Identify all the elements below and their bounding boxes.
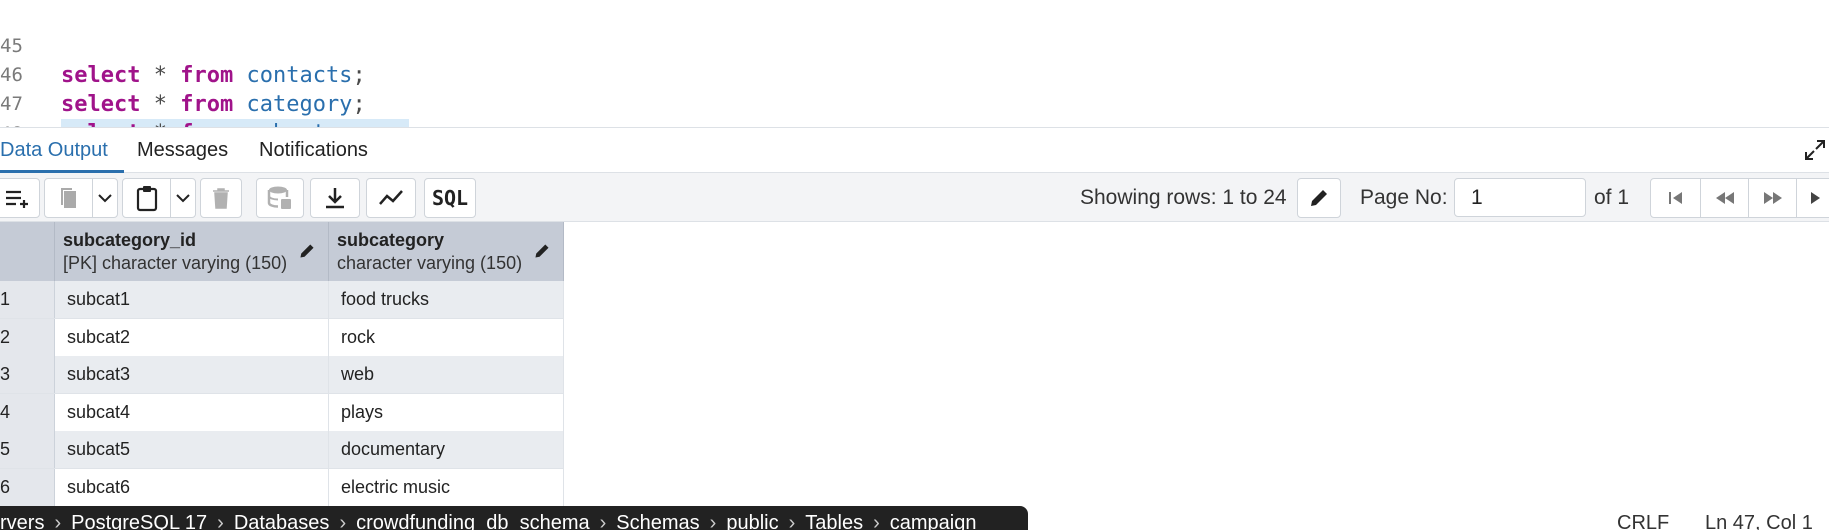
column-header-subcategory[interactable]: subcategory character varying (150)	[329, 222, 564, 281]
chevron-right-icon: ›	[217, 512, 224, 530]
download-icon	[326, 188, 344, 209]
row-number[interactable]: 2	[0, 319, 55, 356]
breadcrumb-item[interactable]: public	[726, 512, 778, 530]
results-tab-bar: Data Output Messages Notifications	[0, 127, 1829, 173]
table-cell[interactable]: plays	[329, 394, 564, 431]
download-button[interactable]	[310, 178, 360, 218]
chevron-right-icon: ›	[709, 512, 717, 530]
breadcrumb-item[interactable]: crowdfunding_db_schema	[356, 512, 590, 530]
save-data-button[interactable]	[256, 178, 304, 218]
edit-rows-button[interactable]	[1297, 178, 1341, 218]
sql-button[interactable]: SQL	[424, 178, 476, 218]
line-chart-icon	[379, 190, 403, 205]
page-number-input[interactable]	[1454, 178, 1586, 217]
tab-data-output[interactable]: Data Output	[0, 128, 124, 173]
table-cell[interactable]: electric music	[329, 469, 564, 506]
table-row[interactable]: 6 subcat6 electric music	[0, 469, 564, 507]
row-number[interactable]: 3	[0, 356, 55, 393]
column-header-subcategory-id[interactable]: subcategory_id [PK] character varying (1…	[55, 222, 329, 281]
copy-icon	[61, 188, 76, 208]
tab-notifications[interactable]: Notifications	[259, 128, 368, 173]
database-save-icon	[267, 186, 291, 209]
code-line: 45 select * from contacts;	[0, 3, 1829, 88]
rows-count: Showing rows: 1 to 24	[1080, 186, 1287, 209]
row-number[interactable]: 4	[0, 394, 55, 431]
row-number[interactable]: 1	[0, 281, 55, 318]
data-toolbar: SQL Showing rows: 1 to 24 Page No: of 1	[0, 173, 1829, 222]
chevron-down-icon	[98, 194, 112, 203]
breadcrumb-item[interactable]: rvers	[0, 512, 44, 530]
tab-messages[interactable]: Messages	[137, 128, 228, 173]
row-number[interactable]: 6	[0, 469, 55, 506]
pencil-icon	[1311, 190, 1327, 206]
table-cell[interactable]: subcat4	[55, 394, 329, 431]
cursor-position: Ln 47, Col 1	[1705, 512, 1813, 530]
table-cell[interactable]: subcat6	[55, 469, 329, 506]
breadcrumb-item[interactable]: Schemas	[616, 512, 699, 530]
copy-button[interactable]	[44, 178, 94, 218]
chevron-right-icon: ›	[873, 512, 880, 530]
breadcrumb-item[interactable]: PostgreSQL 17	[71, 512, 207, 530]
sql-editor[interactable]: 45 select * from contacts; 46 select * f…	[0, 0, 1829, 176]
delete-row-button[interactable]	[200, 178, 242, 218]
previous-page-button[interactable]	[1700, 178, 1750, 218]
first-page-icon	[1669, 192, 1682, 204]
rewind-icon	[1716, 192, 1734, 204]
table-row[interactable]: 1 subcat1 food trucks	[0, 281, 564, 319]
paste-button[interactable]	[122, 178, 172, 218]
table-cell[interactable]: subcat2	[55, 319, 329, 356]
last-page-button[interactable]	[1796, 178, 1829, 218]
pencil-icon[interactable]	[533, 242, 551, 260]
breadcrumb: rvers › PostgreSQL 17 › Databases › crowdfundi…	[0, 506, 1028, 530]
grid-corner[interactable]	[0, 222, 55, 281]
page-label: Page No:	[1360, 186, 1448, 209]
row-number[interactable]: 5	[0, 431, 55, 468]
page-total: of 1	[1594, 186, 1630, 209]
chevron-down-icon	[176, 194, 190, 203]
breadcrumb-item[interactable]: Tables	[805, 512, 863, 530]
table-cell[interactable]: subcat3	[55, 356, 329, 393]
chevron-right-icon: ›	[54, 512, 62, 530]
next-page-button[interactable]	[1748, 178, 1798, 218]
table-row[interactable]: 5 subcat5 documentary	[0, 431, 564, 469]
code-line-selected: 47 select * from subcategory;	[0, 61, 1829, 148]
expand-icon[interactable]	[1803, 138, 1827, 162]
table-row[interactable]: 4 subcat4 plays	[0, 394, 564, 432]
first-page-button[interactable]	[1650, 178, 1702, 218]
chevron-right-icon: ›	[339, 512, 347, 530]
code-line: 46 select * from category;	[0, 32, 1829, 117]
table-cell[interactable]: documentary	[329, 431, 564, 468]
table-cell[interactable]: subcat5	[55, 431, 329, 468]
add-row-icon	[6, 190, 28, 208]
breadcrumb-item[interactable]: campaign	[890, 512, 977, 530]
table-cell[interactable]: web	[329, 356, 564, 393]
paste-options-dropdown[interactable]	[170, 178, 196, 218]
last-page-icon	[1811, 192, 1820, 204]
graph-visualiser-button[interactable]	[366, 178, 416, 218]
table-cell[interactable]: subcat1	[55, 281, 329, 318]
table-cell[interactable]: food trucks	[329, 281, 564, 318]
trash-icon	[213, 188, 229, 209]
line-ending-indicator[interactable]: CRLF	[1617, 506, 1669, 530]
clipboard-icon	[136, 186, 158, 212]
chevron-right-icon: ›	[788, 512, 796, 530]
breadcrumb-item[interactable]: Databases	[234, 512, 330, 530]
code-line: 48 select * from campaign;	[0, 91, 1829, 176]
copy-options-dropdown[interactable]	[92, 178, 118, 218]
pencil-icon[interactable]	[298, 242, 316, 260]
table-row[interactable]: 3 subcat3 web	[0, 356, 564, 394]
fast-forward-icon	[1764, 192, 1782, 204]
chevron-right-icon: ›	[599, 512, 607, 530]
table-row[interactable]: 2 subcat2 rock	[0, 319, 564, 357]
add-row-button[interactable]	[0, 178, 40, 218]
table-cell[interactable]: rock	[329, 319, 564, 356]
